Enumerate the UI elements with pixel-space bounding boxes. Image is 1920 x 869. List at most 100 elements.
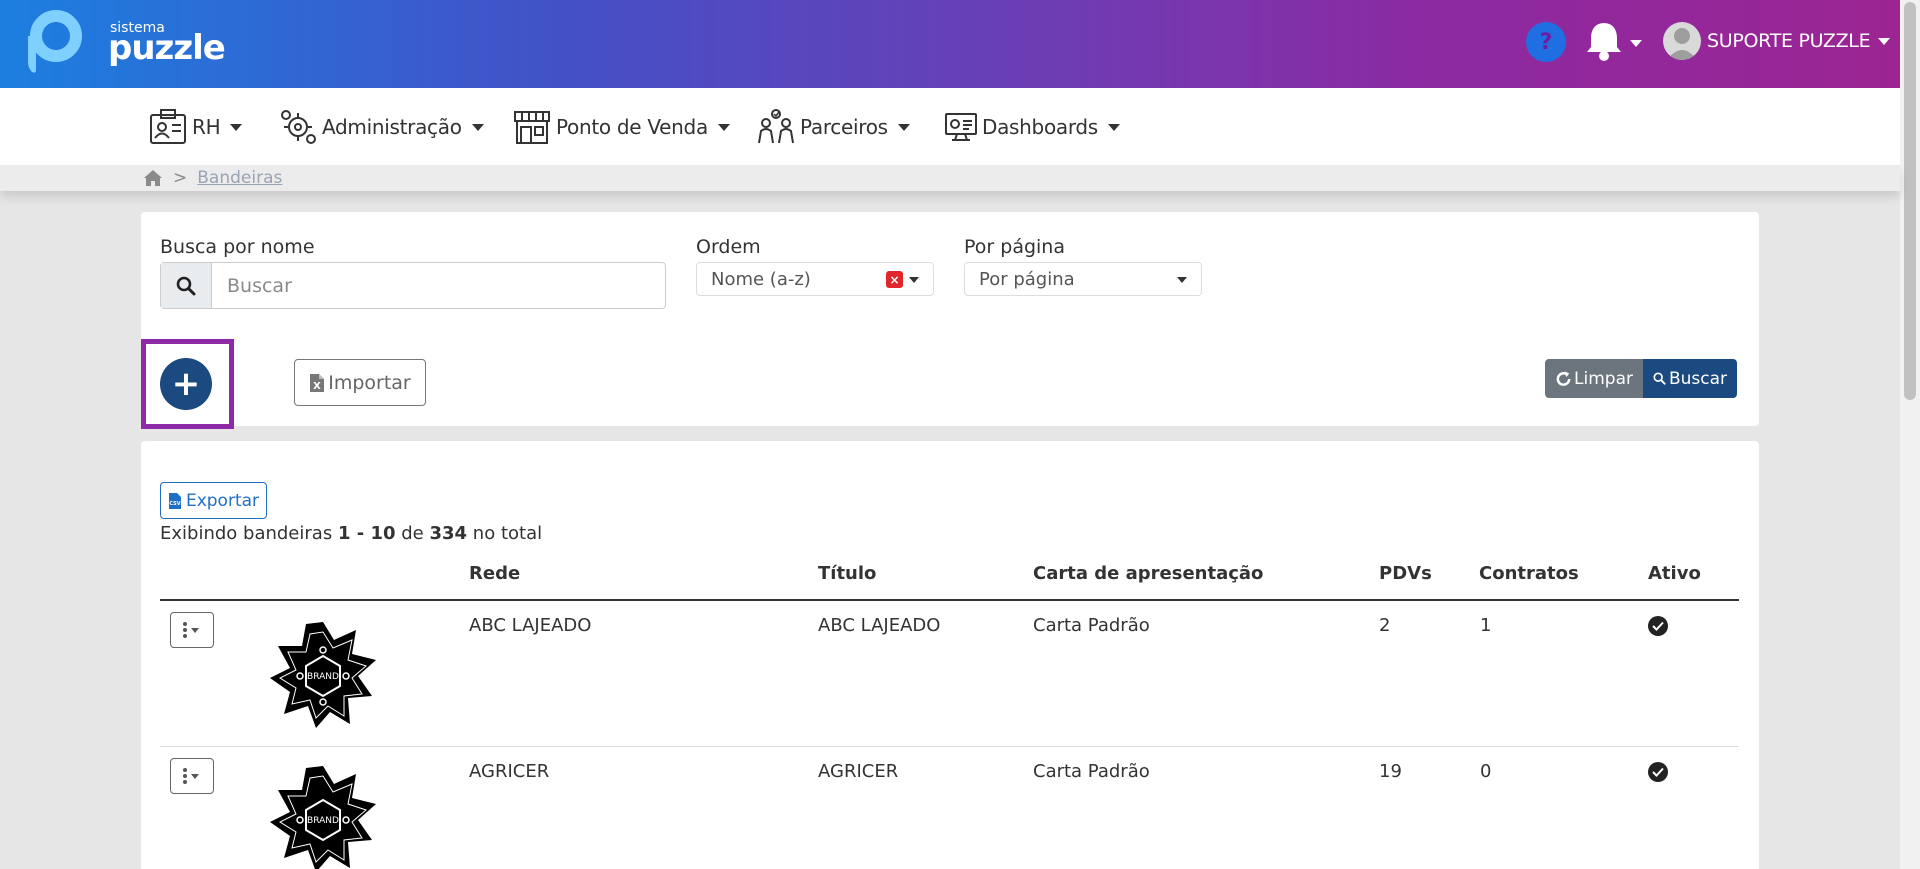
summary-suffix: no total	[472, 523, 543, 544]
svg-text:CSV: CSV	[169, 501, 180, 507]
user-menu[interactable]: SUPORTE PUZZLE	[1663, 22, 1891, 60]
nav-label-dashboards: Dashboards	[982, 115, 1098, 139]
cell-titulo: ABC LAJEADO	[818, 615, 941, 636]
brand-logo-image: BRAND	[270, 622, 376, 728]
search-input[interactable]	[212, 263, 665, 308]
add-button[interactable]: +	[160, 358, 212, 410]
svg-text:?: ?	[1540, 30, 1553, 55]
svg-text:X: X	[313, 381, 321, 392]
column-header-carta[interactable]: Carta de apresentação	[1033, 563, 1263, 584]
home-icon[interactable]	[143, 169, 163, 187]
csv-file-icon: CSV	[168, 492, 181, 509]
check-circle-icon	[1648, 762, 1668, 782]
id-card-icon	[150, 109, 186, 144]
column-header-rede[interactable]: Rede	[469, 563, 520, 584]
breadcrumb-current[interactable]: Bandeiras	[197, 168, 282, 188]
cell-pdvs: 2	[1379, 615, 1391, 636]
clear-button[interactable]: Limpar	[1545, 359, 1643, 398]
breadcrumb-bar	[0, 165, 1900, 191]
per-page-select-value: Por página	[979, 268, 1075, 290]
column-header-titulo[interactable]: Título	[818, 563, 876, 584]
logo[interactable]: sistema puzzle	[26, 8, 226, 78]
table-card	[141, 441, 1759, 869]
nav-item-rh[interactable]: RH	[148, 104, 243, 150]
import-label: Importar	[328, 371, 411, 394]
search-icon	[1653, 372, 1666, 385]
check-circle-icon	[1648, 616, 1668, 636]
excel-file-icon: X	[310, 373, 325, 392]
column-header-contratos[interactable]: Contratos	[1479, 563, 1579, 584]
order-label: Ordem	[696, 236, 761, 258]
breadcrumb: > Bandeiras	[143, 168, 282, 188]
search-group	[160, 262, 666, 309]
column-header-ativo[interactable]: Ativo	[1648, 563, 1701, 584]
cell-rede: AGRICER	[469, 761, 550, 782]
user-caret-icon	[1878, 37, 1891, 45]
chevron-down-icon	[897, 123, 910, 131]
search-label: Busca por nome	[160, 236, 315, 258]
order-select[interactable]: Nome (a-z) ×	[696, 262, 934, 296]
bell-icon[interactable]	[1584, 20, 1624, 66]
cell-carta: Carta Padrão	[1033, 615, 1150, 636]
chevron-down-icon	[1107, 123, 1120, 131]
nav-item-administracao[interactable]: Administração	[278, 104, 484, 150]
breadcrumb-separator: >	[173, 168, 188, 188]
cell-carta: Carta Padrão	[1033, 761, 1150, 782]
scrollbar-thumb[interactable]	[1904, 2, 1916, 400]
brand-logo-image: BRAND	[270, 766, 376, 869]
search-label-btn: Buscar	[1668, 368, 1727, 389]
nav-item-parceiros[interactable]: Parceiros	[756, 104, 910, 150]
partners-icon	[758, 109, 794, 144]
per-page-select[interactable]: Por página	[964, 262, 1202, 296]
summary-prefix: Exibindo bandeiras	[160, 523, 333, 544]
column-header-pdvs[interactable]: PDVs	[1379, 563, 1432, 584]
chevron-down-icon	[909, 277, 919, 283]
search-icon	[176, 276, 196, 295]
chevron-down-icon	[230, 123, 243, 131]
svg-text:BRAND: BRAND	[307, 816, 339, 826]
nav-item-ponto-de-venda[interactable]: Ponto de Venda	[512, 104, 730, 150]
refresh-icon	[1556, 370, 1571, 386]
cell-titulo: AGRICER	[818, 761, 899, 782]
clear-order-icon[interactable]: ×	[886, 271, 903, 288]
row-actions-button[interactable]	[170, 758, 214, 794]
summary-range: 1 - 10	[337, 523, 396, 544]
table-header-divider	[160, 599, 1739, 601]
order-select-value: Nome (a-z)	[711, 268, 811, 290]
import-button[interactable]: X Importar	[294, 359, 426, 406]
export-label: Exportar	[185, 490, 260, 511]
chevron-down-icon	[717, 123, 730, 131]
row-divider	[160, 746, 1739, 747]
search-addon	[161, 263, 212, 308]
cell-contratos: 0	[1480, 761, 1492, 782]
puzzle-logo-icon	[28, 10, 82, 73]
nav-label-rh: RH	[192, 115, 221, 139]
nav-label-administracao: Administração	[322, 115, 462, 139]
logo-title: puzzle	[108, 28, 226, 68]
gears-icon	[281, 110, 316, 144]
search-button[interactable]: Buscar	[1643, 359, 1737, 398]
clear-label: Limpar	[1574, 368, 1633, 389]
chevron-down-icon	[471, 123, 484, 131]
per-page-label: Por página	[964, 236, 1065, 258]
notifications-caret-icon[interactable]	[1630, 40, 1642, 47]
nav-label-parceiros: Parceiros	[800, 115, 888, 139]
kebab-menu-icon	[183, 768, 199, 784]
nav-item-dashboards[interactable]: Dashboards	[944, 104, 1120, 150]
svg-text:BRAND: BRAND	[307, 672, 339, 682]
dashboard-monitor-icon	[945, 113, 977, 141]
avatar	[1663, 22, 1701, 60]
results-summary: Exibindo bandeiras 1 - 10 de 334 no tota…	[160, 523, 542, 544]
nav-label-ponto-de-venda: Ponto de Venda	[556, 115, 708, 139]
summary-of: de	[401, 523, 424, 544]
help-icon[interactable]: ?	[1526, 22, 1566, 62]
kebab-menu-icon	[183, 622, 199, 638]
store-icon	[514, 111, 550, 144]
export-button[interactable]: CSV Exportar	[160, 482, 267, 519]
search-actions: Limpar Buscar	[1545, 359, 1737, 398]
row-actions-button[interactable]	[170, 612, 214, 648]
cell-rede: ABC LAJEADO	[469, 615, 592, 636]
top-header: sistema puzzle ? SUPORTE PUZZLE	[0, 0, 1900, 88]
user-name: SUPORTE PUZZLE	[1707, 30, 1871, 52]
chevron-down-icon	[1177, 277, 1187, 283]
